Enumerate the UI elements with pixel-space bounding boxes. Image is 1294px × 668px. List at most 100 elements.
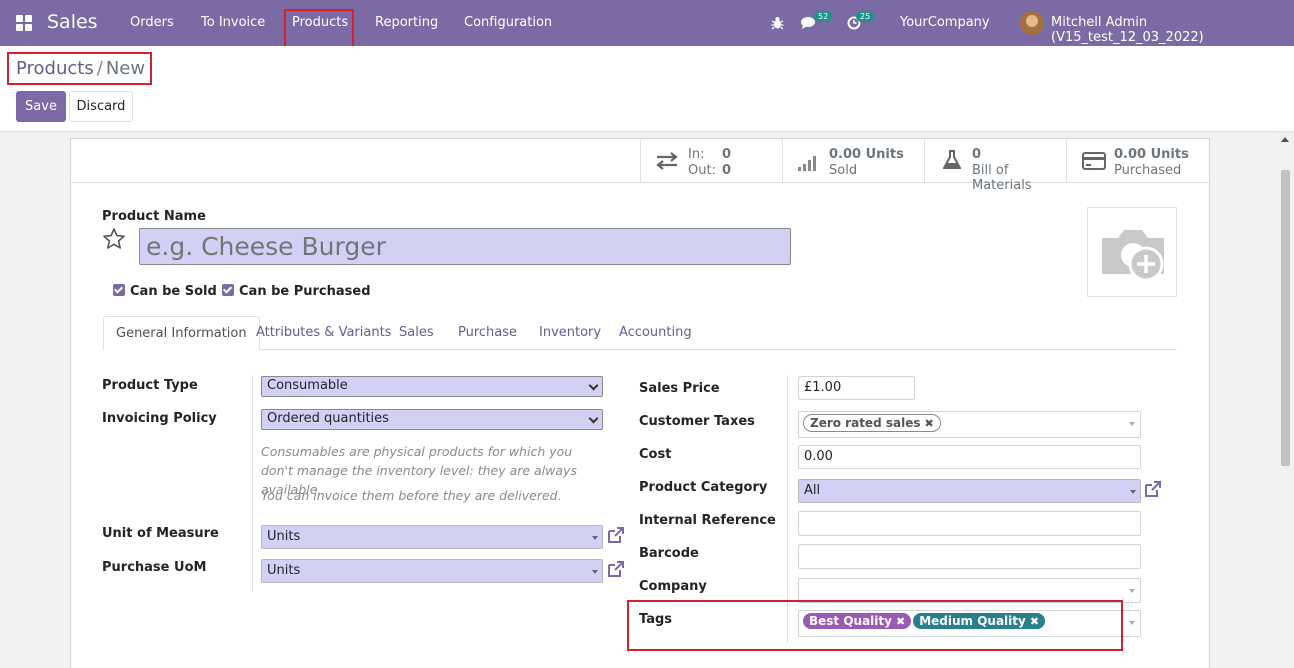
product-type-value: Consumable	[267, 378, 348, 393]
invoicing-policy-label: Invoicing Policy	[102, 411, 217, 426]
tab-purchase[interactable]: Purchase	[458, 316, 517, 350]
cost-input[interactable]: 0.00	[798, 445, 1141, 469]
dropdown-caret-icon	[1129, 422, 1135, 426]
unit-of-measure-label: Unit of Measure	[102, 526, 219, 541]
app-name[interactable]: Sales	[47, 11, 98, 33]
camera-plus-icon	[1102, 230, 1164, 282]
menu-orders[interactable]: Orders	[130, 15, 174, 30]
tax-tag-label: Zero rated sales	[810, 416, 921, 430]
dropdown-caret-icon	[1129, 589, 1135, 593]
purchased-label: Purchased	[1114, 163, 1182, 178]
in-value: 0	[722, 147, 732, 162]
in-out-smart-button[interactable]: In: 0 Out: 0	[640, 139, 782, 183]
scroll-up-arrow-icon[interactable]	[1281, 137, 1289, 142]
tags-label: Tags	[639, 612, 673, 627]
tag-best-quality: Best Quality ✖	[803, 613, 912, 629]
product-name-label: Product Name	[102, 209, 206, 224]
menu-configuration[interactable]: Configuration	[464, 15, 552, 30]
internal-reference-label: Internal Reference	[639, 513, 776, 528]
messages-badge: 52	[814, 11, 833, 22]
signal-chart-icon	[798, 156, 816, 171]
purchase-uom-input[interactable]: Units	[261, 559, 603, 583]
sales-price-label: Sales Price	[639, 381, 720, 396]
sold-label: Sold	[829, 163, 858, 178]
scrollbar-thumb[interactable]	[1281, 170, 1290, 466]
select-arrow-icon	[588, 413, 599, 424]
product-category-label: Product Category	[639, 480, 768, 495]
category-value: All	[804, 483, 821, 498]
user-menu[interactable]: Mitchell Admin (V15_test_12_03_2022)	[1051, 15, 1294, 45]
menu-to-invoice[interactable]: To Invoice	[201, 15, 265, 30]
purchased-value: 0.00 Units	[1114, 147, 1189, 162]
breadcrumb: Products / New	[16, 58, 145, 79]
out-value: 0	[722, 163, 732, 178]
select-arrow-icon	[588, 380, 599, 391]
bom-value: 0	[972, 147, 982, 162]
remove-tag-icon[interactable]: ✖	[1030, 615, 1039, 628]
purchased-smart-button[interactable]: 0.00 Units Purchased	[1066, 139, 1209, 183]
in-label: In:	[688, 147, 705, 162]
bug-icon[interactable]	[771, 16, 784, 30]
menu-products[interactable]: Products	[292, 15, 348, 30]
bom-label: Bill of Materials	[972, 163, 1032, 193]
purchase-uom-label: Purchase UoM	[102, 560, 207, 575]
product-name-input[interactable]	[139, 228, 791, 265]
tab-sales[interactable]: Sales	[399, 316, 434, 350]
breadcrumb-products-link[interactable]: Products	[16, 58, 94, 79]
left-column-divider	[252, 375, 253, 591]
tag-label: Medium Quality	[919, 614, 1026, 628]
checkbox-checked-icon[interactable]	[113, 284, 125, 296]
product-type-select[interactable]: Consumable	[261, 376, 603, 397]
tags-input[interactable]: Best Quality ✖ Medium Quality ✖	[798, 610, 1141, 637]
external-link-icon[interactable]	[1143, 480, 1162, 499]
customer-taxes-label: Customer Taxes	[639, 414, 755, 429]
breadcrumb-separator: /	[96, 58, 103, 79]
breadcrumb-current: New	[105, 58, 146, 79]
top-navbar: Sales Orders To Invoice Products Reporti…	[0, 0, 1294, 46]
invoicing-policy-select[interactable]: Ordered quantities	[261, 409, 603, 430]
checkbox-checked-icon[interactable]	[222, 284, 234, 296]
bom-smart-button[interactable]: 0 Bill of Materials	[924, 139, 1066, 193]
barcode-input[interactable]	[798, 544, 1141, 569]
external-link-icon[interactable]	[606, 560, 625, 579]
right-column-divider	[787, 375, 788, 643]
discard-button[interactable]: Discard	[69, 91, 133, 122]
internal-reference-input[interactable]	[798, 511, 1141, 536]
user-avatar[interactable]	[1020, 11, 1044, 35]
remove-tag-icon[interactable]: ✖	[924, 417, 933, 430]
remove-tag-icon[interactable]: ✖	[896, 615, 905, 628]
flask-icon	[943, 150, 961, 169]
sold-value: 0.00 Units	[829, 147, 904, 162]
company-switcher[interactable]: YourCompany	[900, 15, 990, 30]
purchase-uom-value: Units	[267, 563, 301, 578]
tab-general-information[interactable]: General Information	[103, 316, 260, 350]
menu-reporting[interactable]: Reporting	[375, 15, 438, 30]
sales-price-value: £1.00	[804, 380, 842, 395]
credit-card-icon	[1082, 152, 1106, 170]
tab-accounting[interactable]: Accounting	[619, 316, 692, 350]
product-image-upload[interactable]	[1087, 207, 1177, 297]
can-be-purchased-checkbox[interactable]: Can be Purchased	[222, 284, 371, 299]
dropdown-caret-icon	[1129, 621, 1135, 625]
cost-label: Cost	[639, 447, 672, 462]
barcode-label: Barcode	[639, 546, 699, 561]
external-link-icon[interactable]	[606, 526, 625, 545]
favorite-star-icon[interactable]	[102, 227, 126, 251]
company-input[interactable]	[798, 578, 1141, 603]
unit-of-measure-input[interactable]: Units	[261, 525, 603, 549]
apps-menu-icon[interactable]	[16, 15, 32, 31]
can-be-sold-checkbox[interactable]: Can be Sold	[113, 284, 217, 299]
page-scrollbar[interactable]	[1277, 132, 1294, 668]
tab-attributes-variants[interactable]: Attributes & Variants	[256, 316, 391, 350]
tab-inventory[interactable]: Inventory	[539, 316, 601, 350]
transfer-arrows-icon	[656, 152, 678, 170]
invoicing-policy-value: Ordered quantities	[267, 411, 389, 426]
sold-smart-button[interactable]: 0.00 Units Sold	[782, 139, 924, 183]
dropdown-caret-icon	[1130, 490, 1136, 494]
customer-taxes-input[interactable]: Zero rated sales ✖	[798, 411, 1141, 438]
sales-price-input[interactable]: £1.00	[798, 376, 915, 400]
can-be-purchased-label: Can be Purchased	[239, 284, 371, 299]
product-category-input[interactable]: All	[798, 479, 1141, 503]
form-sheet: In: 0 Out: 0 0.00 Units Sold 0 Bill of M…	[70, 138, 1210, 668]
save-button[interactable]: Save	[16, 91, 66, 122]
